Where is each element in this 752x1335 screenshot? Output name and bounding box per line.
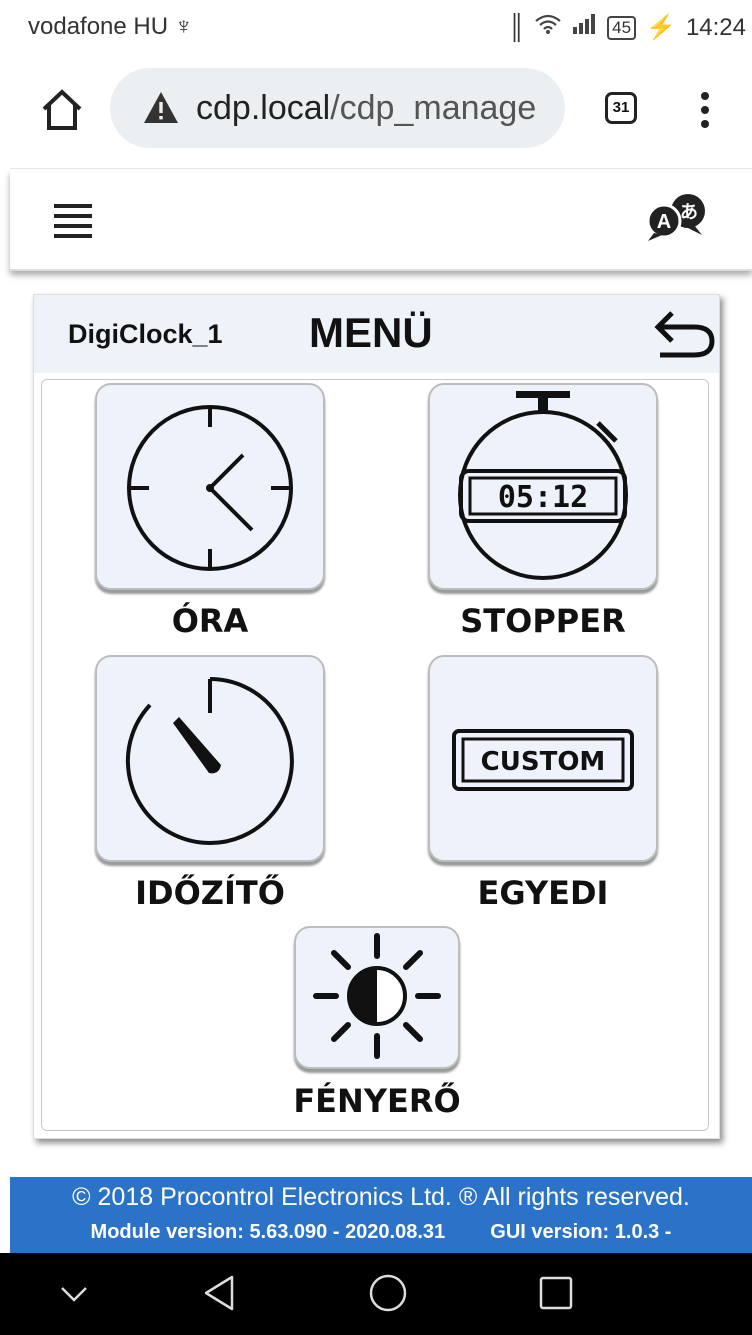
stopwatch-tile-label: STOPPER <box>460 602 626 640</box>
brightness-tile[interactable] <box>294 926 460 1069</box>
clock-tile[interactable] <box>95 383 325 590</box>
device-name: DigiClock_1 <box>68 319 223 349</box>
status-right: ║ 45 ⚡ 14:24 <box>508 13 746 42</box>
svg-text:あ: あ <box>680 202 698 223</box>
custom-icon: CUSTOM <box>452 729 634 791</box>
clock-tile-label: ÓRA <box>171 602 249 640</box>
more-menu-button[interactable] <box>690 86 720 134</box>
more-vert-icon <box>701 92 709 128</box>
stopwatch-display: 05:12 <box>498 480 588 515</box>
version-info: Module version: 5.63.090 - 2020.08.31 GU… <box>10 1221 752 1244</box>
home-nav-icon[interactable] <box>367 1272 409 1314</box>
home-icon <box>42 89 82 130</box>
page-title: MENÜ <box>309 309 433 356</box>
status-bar: vodafone HU ♆ ║ 45 ⚡ 14:24 <box>0 0 752 52</box>
gui-version: GUI version: 1.0.3 - <box>490 1221 672 1243</box>
url-text: cdp.local/cdp_manage <box>196 89 536 128</box>
brightness-tile-label: FÉNYERŐ <box>293 1082 461 1120</box>
clock-time: 14:24 <box>685 13 746 41</box>
brightness-icon <box>313 933 441 1059</box>
back-nav-icon[interactable] <box>200 1273 240 1313</box>
language-button[interactable]: A あ <box>636 193 714 243</box>
address-bar[interactable]: cdp.local/cdp_manage <box>110 68 565 148</box>
hamburger-menu-button[interactable] <box>52 201 102 241</box>
home-button[interactable] <box>38 86 86 134</box>
warning-icon <box>144 92 178 123</box>
chevron-down-icon[interactable] <box>58 1277 90 1309</box>
recents-nav-icon[interactable] <box>536 1273 576 1313</box>
app-header: A あ <box>10 168 752 269</box>
browser-toolbar: cdp.local/cdp_manage 31 <box>0 60 752 160</box>
svg-text:A: A <box>657 211 671 233</box>
battery-icon: 45 <box>607 15 637 40</box>
panel-header: DigiClock_1 MENÜ <box>34 295 719 373</box>
custom-display: CUSTOM <box>481 747 606 777</box>
vibrate-icon: ║ <box>508 13 526 41</box>
stopwatch-icon: 05:12 <box>458 391 628 580</box>
custom-tile[interactable]: CUSTOM <box>428 655 658 862</box>
wifi-icon <box>535 13 561 42</box>
system-nav-bar <box>0 1253 752 1335</box>
url-host: cdp.local <box>196 88 331 127</box>
carrier-label: vodafone HU <box>28 13 169 40</box>
menu-panel: DigiClock_1 MENÜ ÓRA 05:12 STOPPER IDŐZÍ… <box>33 294 720 1139</box>
custom-tile-label: EGYEDI <box>477 874 609 912</box>
module-version: Module version: 5.63.090 - 2020.08.31 <box>90 1221 446 1243</box>
back-button[interactable] <box>650 309 718 365</box>
translate-icon: A あ <box>646 194 705 241</box>
signal-icon <box>571 13 597 42</box>
timer-icon <box>125 677 294 845</box>
timer-tile-label: IDŐZÍTŐ <box>135 874 285 912</box>
hamburger-icon <box>54 204 92 238</box>
undo-arrow-icon <box>654 311 715 358</box>
url-path: /cdp_manage <box>330 88 537 127</box>
menu-grid: ÓRA 05:12 STOPPER IDŐZÍTŐ CUSTOM EGYEDI … <box>41 379 709 1131</box>
usb-icon: ♆ <box>174 13 193 40</box>
stopwatch-tile[interactable]: 05:12 <box>428 383 658 590</box>
tab-switcher-button[interactable]: 31 <box>605 92 637 124</box>
charging-icon: ⚡ <box>646 14 676 41</box>
footer: © 2018 Procontrol Electronics Ltd. ® All… <box>10 1177 752 1253</box>
copyright-text: © 2018 Procontrol Electronics Ltd. ® All… <box>72 1183 690 1211</box>
status-left: vodafone HU ♆ <box>28 13 193 41</box>
timer-tile[interactable] <box>95 655 325 862</box>
clock-icon <box>127 405 293 571</box>
